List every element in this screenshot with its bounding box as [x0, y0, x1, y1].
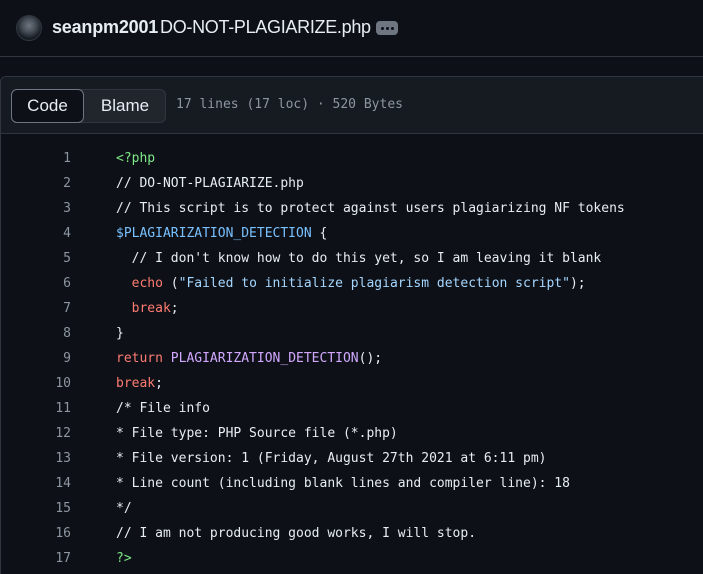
line-number[interactable]: 15: [1, 496, 71, 521]
code-token: // This script is to protect against use…: [116, 201, 625, 216]
code-line: 11 /* File info: [1, 396, 703, 421]
line-number[interactable]: 12: [1, 421, 71, 446]
line-source: */: [116, 496, 132, 521]
line-source: return PLAGIARIZATION_DETECTION();: [116, 346, 382, 371]
view-mode-toggle: Code Blame: [11, 89, 166, 123]
line-number[interactable]: 8: [1, 321, 71, 346]
code-token: ?>: [116, 551, 132, 566]
line-number[interactable]: 4: [1, 221, 71, 246]
line-number[interactable]: 14: [1, 471, 71, 496]
code-line: 3 // This script is to protect against us…: [1, 196, 703, 221]
code-line: 9 return PLAGIARIZATION_DETECTION();: [1, 346, 703, 371]
code-token: (: [162, 276, 179, 291]
code-token: * Line count (including blank lines and …: [116, 476, 570, 491]
file-view-panel: Code Blame 17 lines (17 loc) · 520 Bytes…: [0, 76, 703, 574]
owner-link[interactable]: seanpm2001: [52, 17, 158, 38]
line-number[interactable]: 16: [1, 521, 71, 546]
code-token: * File type: PHP Source file (*.php): [116, 426, 398, 441]
line-source: // I don't know how to do this yet, so I…: [116, 246, 602, 271]
code-token: // I am not producing good works, I will…: [116, 526, 477, 541]
code-token: ();: [358, 351, 383, 366]
line-number[interactable]: 5: [1, 246, 71, 271]
code-token: <?php: [116, 151, 156, 166]
code-line: 16 // I am not producing good works, I wi…: [1, 521, 703, 546]
code-token: * File version: 1 (Friday, August 27th 2…: [116, 451, 547, 466]
line-number[interactable]: 3: [1, 196, 71, 221]
line-source: }: [116, 321, 124, 346]
line-source: // I am not producing good works, I will…: [116, 521, 476, 546]
code-line: 4 $PLAGIARIZATION_DETECTION {: [1, 221, 703, 246]
code-token: {: [311, 226, 328, 241]
code-token: // I don't know how to do this yet, so I…: [116, 251, 602, 266]
code-token: break: [116, 376, 156, 391]
code-token: break: [116, 301, 171, 316]
avatar[interactable]: [16, 15, 42, 41]
more-options-icon[interactable]: [376, 21, 398, 35]
file-toolbar: Code Blame 17 lines (17 loc) · 520 Bytes: [1, 77, 703, 134]
line-number[interactable]: 7: [1, 296, 71, 321]
line-source: break;: [116, 296, 179, 321]
code-token: "Failed to initialize plagiarism detecti…: [178, 276, 570, 291]
file-info: 17 lines (17 loc) · 520 Bytes: [176, 97, 403, 112]
code-line: 1 <?php: [1, 146, 703, 171]
code-line: 2 // DO-NOT-PLAGIARIZE.php: [1, 171, 703, 196]
blame-tab[interactable]: Blame: [84, 90, 166, 122]
code-line: 5 // I don't know how to do this yet, so…: [1, 246, 703, 271]
code-line: 14 * Line count (including blank lines an…: [1, 471, 703, 496]
code-listing: 1 <?php 2 // DO-NOT-PLAGIARIZE.php 3 // This …: [1, 146, 703, 571]
file-header: seanpm2001 DO-NOT-PLAGIARIZE.php: [0, 0, 703, 57]
code-token: */: [116, 501, 132, 516]
line-number[interactable]: 13: [1, 446, 71, 471]
line-source: ?>: [116, 546, 132, 571]
line-source: <?php: [116, 146, 155, 171]
code-token: PLAGIARIZATION_DETECTION: [162, 351, 359, 366]
line-number[interactable]: 11: [1, 396, 71, 421]
code-token: ;: [170, 301, 179, 316]
code-token: );: [569, 276, 586, 291]
code-token: echo: [116, 276, 163, 291]
line-number[interactable]: 17: [1, 546, 71, 571]
code-tab[interactable]: Code: [11, 89, 84, 123]
code-line: 15 */: [1, 496, 703, 521]
code-token: // DO-NOT-PLAGIARIZE.php: [116, 176, 304, 191]
line-number[interactable]: 6: [1, 271, 71, 296]
line-number[interactable]: 1: [1, 146, 71, 171]
line-source: * File version: 1 (Friday, August 27th 2…: [116, 446, 546, 471]
line-source: // DO-NOT-PLAGIARIZE.php: [116, 171, 304, 196]
line-number[interactable]: 10: [1, 371, 71, 396]
code-token: }: [116, 326, 124, 341]
code-token: /* File info: [116, 401, 210, 416]
line-source: * Line count (including blank lines and …: [116, 471, 570, 496]
line-source: /* File info: [116, 396, 210, 421]
code-token: return: [116, 351, 163, 366]
line-source: // This script is to protect against use…: [116, 196, 625, 221]
code-line: 17 ?>: [1, 546, 703, 571]
code-token: ;: [155, 376, 163, 391]
line-source: echo ("Failed to initialize plagiarism d…: [116, 271, 586, 296]
code-line: 6 echo ("Failed to initialize plagiarism…: [1, 271, 703, 296]
line-number[interactable]: 2: [1, 171, 71, 196]
code-line: 8}: [1, 321, 703, 346]
code-line: 13 * File version: 1 (Friday, August 27th…: [1, 446, 703, 471]
line-source: $PLAGIARIZATION_DETECTION {: [116, 221, 327, 246]
code-token: $PLAGIARIZATION_DETECTION: [116, 226, 312, 241]
code-line: 10 break;: [1, 371, 703, 396]
file-name[interactable]: DO-NOT-PLAGIARIZE.php: [160, 17, 371, 38]
line-source: break;: [116, 371, 163, 396]
line-source: * File type: PHP Source file (*.php): [116, 421, 398, 446]
code-line: 7 break;: [1, 296, 703, 321]
code-line: 12 * File type: PHP Source file (*.php): [1, 421, 703, 446]
line-number[interactable]: 9: [1, 346, 71, 371]
